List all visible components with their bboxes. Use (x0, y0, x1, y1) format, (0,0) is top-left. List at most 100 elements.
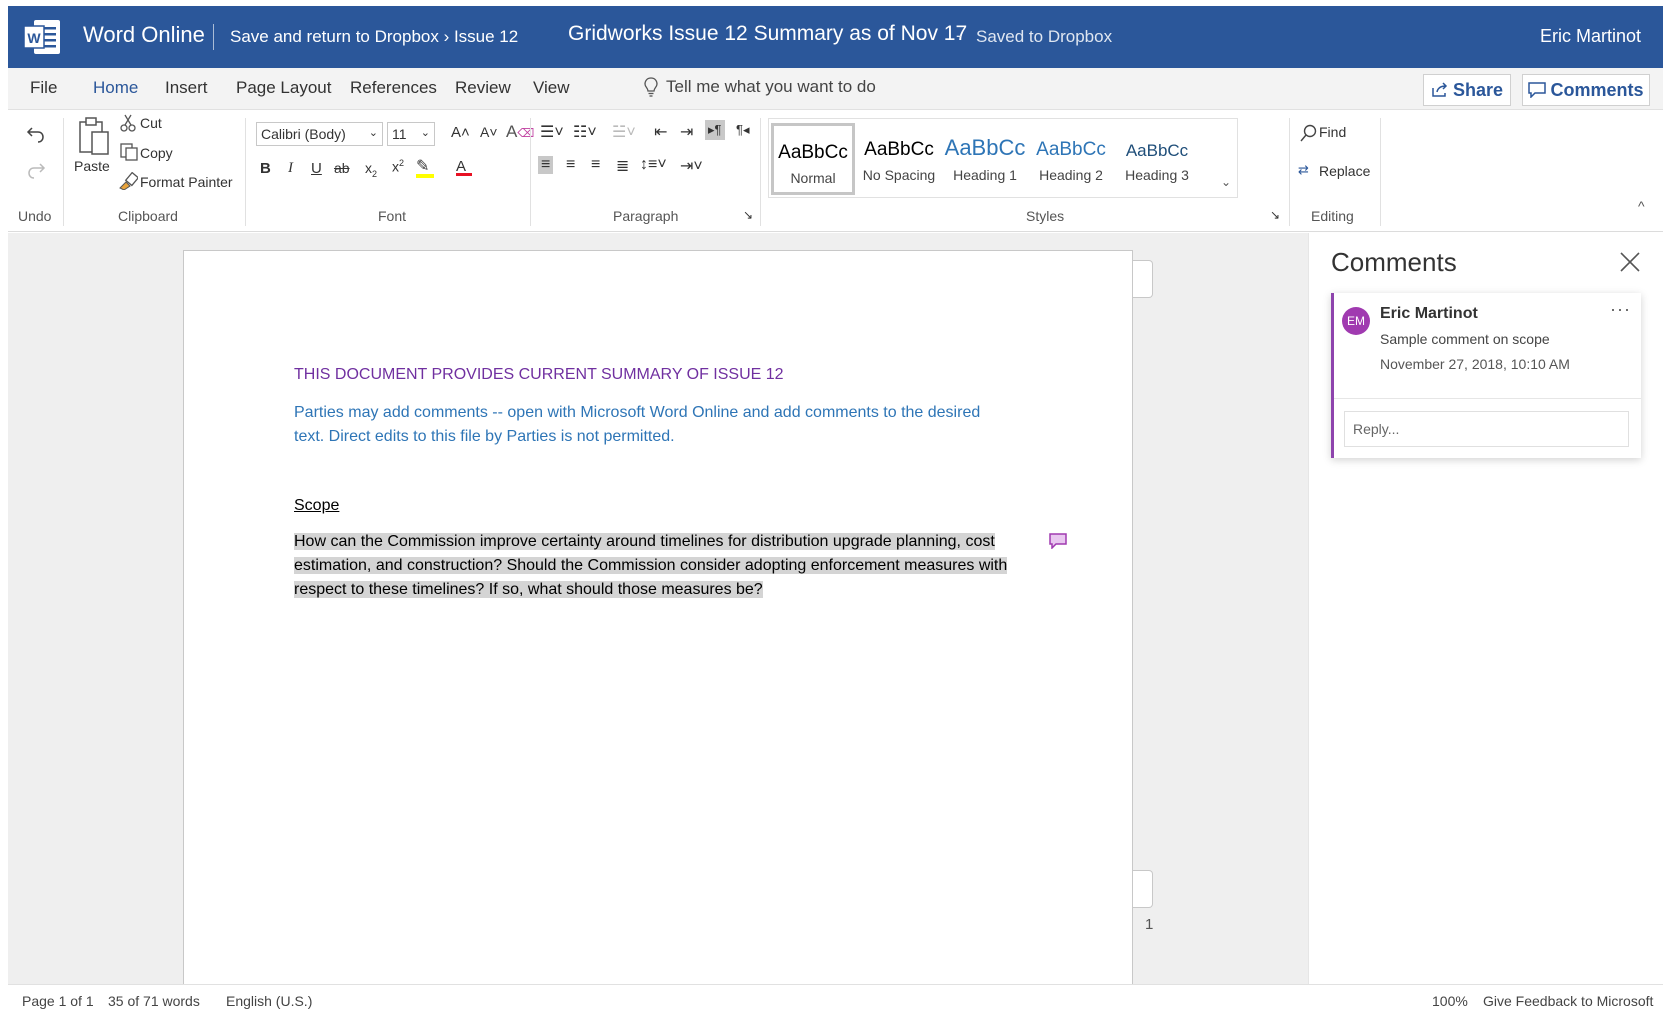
comment-card[interactable]: EM Eric Martinot ··· Sample comment on s… (1331, 293, 1641, 458)
app-name[interactable]: Word Online (83, 22, 205, 48)
share-button[interactable]: Share (1423, 74, 1511, 106)
tell-me-search[interactable]: Tell me what you want to do (644, 77, 876, 97)
tab-home[interactable]: Home (93, 78, 138, 98)
ribbon-separator (63, 118, 64, 226)
chevron-down-icon: ⌄ (420, 127, 430, 139)
format-painter-icon[interactable] (118, 172, 138, 190)
menu-tabs: File Home Insert Page Layout References … (8, 68, 1663, 110)
replace-icon[interactable]: ⇄ (1298, 162, 1309, 178)
cut-button[interactable]: Cut (140, 115, 162, 131)
avatar: EM (1342, 307, 1370, 335)
dialog-launcher-icon[interactable]: ↘ (1270, 208, 1280, 222)
doc-section-title[interactable]: Scope (294, 494, 339, 518)
scissors-icon[interactable] (120, 114, 136, 132)
doc-heading[interactable]: THIS DOCUMENT PROVIDES CURRENT SUMMARY O… (294, 363, 784, 387)
save-and-return-link[interactable]: Save and return to Dropbox › Issue 12 (230, 27, 518, 47)
rtl-icon[interactable]: ¶◂ (736, 122, 750, 138)
user-account[interactable]: Eric Martinot (1540, 26, 1641, 47)
replace-button[interactable]: Replace (1319, 163, 1370, 179)
tab-review[interactable]: Review (455, 78, 511, 98)
comment-date: November 27, 2018, 10:10 AM (1380, 356, 1570, 372)
bullets-icon[interactable]: ☰˅ (540, 122, 564, 142)
numbering-icon[interactable]: ☷˅ (573, 122, 597, 142)
clipboard-group-label: Clipboard (118, 208, 178, 224)
font-size-select[interactable]: 11 ⌄ (387, 122, 435, 146)
align-left-icon[interactable]: ≡ (538, 156, 554, 174)
decrease-indent-icon[interactable]: ⇤ (654, 122, 667, 142)
font-name-select[interactable]: Calibri (Body) ⌄ (256, 122, 383, 146)
collapse-ribbon-icon[interactable]: ^ (1638, 198, 1645, 214)
tab-view[interactable]: View (533, 78, 570, 98)
shrink-font-icon[interactable]: A˅ (480, 124, 498, 140)
subscript-icon[interactable]: x2 (365, 160, 377, 179)
style-heading-2[interactable]: AaBbCc Heading 2 (1029, 123, 1113, 195)
comment-marker-icon[interactable] (1049, 533, 1067, 549)
copy-button[interactable]: Copy (140, 145, 173, 161)
style-sample: AaBbCc (864, 139, 934, 160)
doc-notice[interactable]: Parties may add comments -- open with Mi… (294, 401, 994, 449)
align-right-icon[interactable]: ≡ (591, 156, 600, 174)
word-logo-icon[interactable]: W (22, 17, 62, 57)
document-title[interactable]: Gridworks Issue 12 Summary as of Nov 17 (568, 22, 967, 46)
comment-author: Eric Martinot (1380, 305, 1478, 322)
ribbon-separator (760, 118, 761, 226)
format-painter-button[interactable]: Format Painter (140, 174, 233, 190)
underline-icon[interactable]: U (311, 160, 322, 177)
ribbon-separator (1289, 118, 1290, 226)
style-no-spacing[interactable]: AaBbCc No Spacing (857, 123, 941, 195)
tab-references[interactable]: References (350, 78, 437, 98)
strikethrough-icon[interactable]: ab (334, 160, 350, 176)
grow-font-icon[interactable]: A˄ (451, 124, 470, 141)
comments-button[interactable]: Comments (1522, 74, 1650, 106)
search-icon[interactable] (1300, 124, 1318, 142)
bold-icon[interactable]: B (260, 160, 271, 177)
ltr-icon[interactable]: ▸¶ (705, 120, 725, 140)
word-count[interactable]: 35 of 71 words (108, 993, 200, 1009)
justify-icon[interactable]: ≣ (616, 156, 629, 176)
style-heading-1[interactable]: AaBbCc Heading 1 (943, 123, 1027, 195)
reply-input[interactable] (1344, 411, 1629, 447)
font-color-icon[interactable]: A (456, 158, 472, 176)
ribbon-separator (245, 118, 246, 226)
line-spacing-icon[interactable]: ↕≡˅ (640, 156, 667, 174)
title-separator (213, 24, 214, 50)
document-page[interactable]: THIS DOCUMENT PROVIDES CURRENT SUMMARY O… (183, 250, 1133, 984)
styles-expand-icon[interactable]: ⌄ (1221, 175, 1231, 189)
chevron-down-icon: ⌄ (368, 127, 378, 139)
feedback-link[interactable]: Give Feedback to Microsoft (1483, 993, 1653, 1009)
style-normal[interactable]: AaBbCc Normal (771, 123, 855, 195)
undo-icon[interactable] (26, 124, 46, 144)
tab-file[interactable]: File (30, 78, 57, 98)
tab-insert[interactable]: Insert (165, 78, 208, 98)
more-options-icon[interactable]: ··· (1610, 299, 1631, 320)
multilevel-list-icon[interactable]: ☱˅ (612, 122, 636, 142)
italic-icon[interactable]: I (288, 160, 293, 177)
paragraph-spacing-icon[interactable]: ⇥˅ (680, 156, 703, 176)
page-count: Page 1 of 1 (22, 993, 94, 1009)
dialog-launcher-icon[interactable]: ↘ (743, 208, 753, 222)
copy-icon[interactable] (120, 143, 138, 161)
margin-tab-bottom (1133, 870, 1153, 908)
margin-tab-top (1133, 260, 1153, 298)
style-heading-3[interactable]: AaBbCc Heading 3 (1115, 123, 1199, 195)
comments-label: Comments (1550, 79, 1644, 100)
close-icon[interactable] (1619, 251, 1641, 273)
style-name: Normal (790, 170, 836, 186)
svg-text:W: W (27, 30, 41, 46)
font-group-label: Font (378, 208, 407, 224)
highlight-icon[interactable]: ✎ (416, 156, 434, 178)
zoom-level[interactable]: 100% (1432, 993, 1468, 1009)
paste-icon[interactable] (76, 116, 112, 156)
redo-icon[interactable] (26, 160, 46, 180)
tab-page-layout[interactable]: Page Layout (236, 78, 331, 98)
paste-button[interactable]: Paste (74, 158, 110, 174)
superscript-icon[interactable]: x2 (392, 158, 404, 175)
increase-indent-icon[interactable]: ⇥ (680, 122, 693, 142)
document-canvas: THIS DOCUMENT PROVIDES CURRENT SUMMARY O… (8, 233, 1308, 984)
doc-body[interactable]: How can the Commission improve certainty… (294, 530, 1014, 602)
find-button[interactable]: Find (1319, 124, 1346, 140)
align-center-icon[interactable]: ≡ (566, 156, 575, 174)
highlighted-text[interactable]: How can the Commission improve certainty… (294, 533, 1008, 598)
save-status: Saved to Dropbox (976, 27, 1113, 46)
language-status[interactable]: English (U.S.) (226, 993, 312, 1009)
